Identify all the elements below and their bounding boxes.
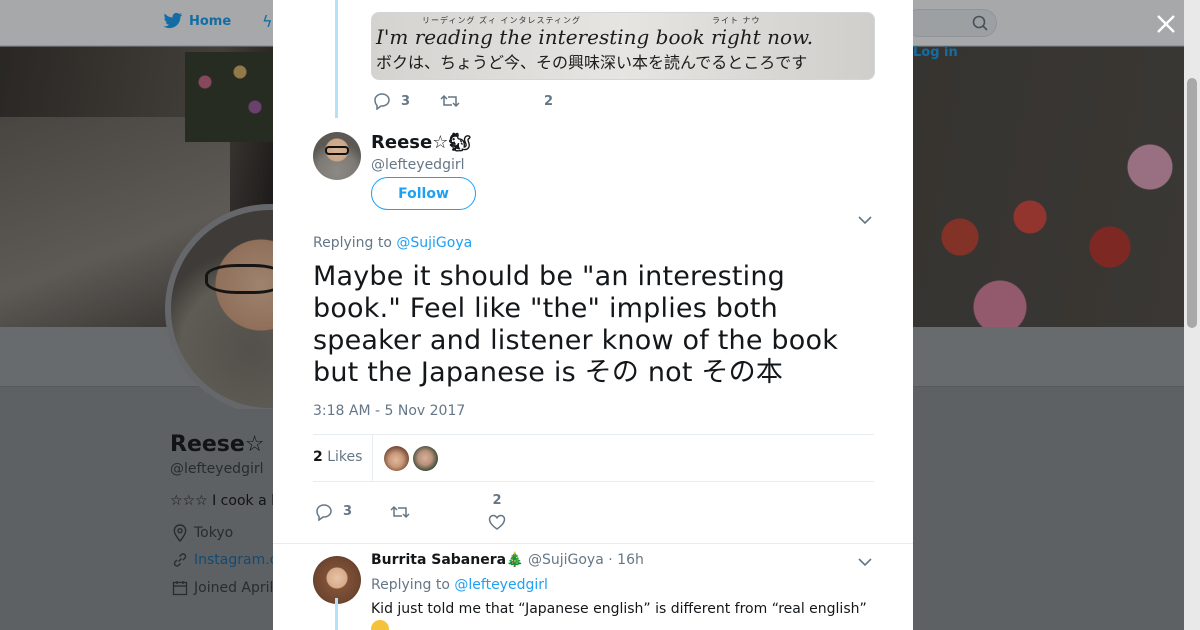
likes-count: 2 [313, 449, 323, 465]
reply-text: Kid just told me that “Japanese english”… [371, 601, 867, 617]
tweet-stats: 2 Likes [313, 434, 874, 482]
reply-button[interactable]: 3 [315, 503, 352, 521]
parent-reply-button[interactable]: 3 [373, 92, 410, 110]
reply-divider [273, 543, 913, 544]
reply-author-avatar[interactable] [313, 556, 361, 604]
liker-avatar[interactable] [413, 446, 438, 471]
reply-header: Burrita Sabanera🎄 @SujiGoya · 16h [371, 552, 644, 568]
author-avatar[interactable] [313, 132, 361, 180]
chevron-down-icon[interactable] [858, 557, 872, 567]
reply-count: 3 [343, 504, 353, 519]
likes-stat[interactable]: 2 Likes [313, 449, 362, 465]
follow-button[interactable]: Follow [371, 177, 476, 210]
retweet-button[interactable] [390, 504, 410, 520]
emoji-icon [371, 620, 389, 630]
replying-prefix: Replying to [313, 235, 392, 251]
tweet-timestamp[interactable]: 3:18 AM - 5 Nov 2017 [313, 403, 465, 419]
reply-replying-handle-link[interactable]: @lefteyedgirl [454, 577, 548, 593]
thread-connector [335, 0, 338, 118]
liker-avatar[interactable] [384, 446, 409, 471]
reply-author-name[interactable]: Burrita Sabanera🎄 [371, 552, 524, 568]
tweet-text: Maybe it should be "an interesting book.… [313, 261, 839, 388]
like-count: 2 [492, 493, 502, 508]
author-handle[interactable]: @lefteyedgirl [371, 157, 465, 173]
reply-time[interactable]: 16h [617, 552, 644, 568]
retweet-icon [390, 505, 410, 518]
avatar-glasses [325, 146, 349, 155]
reply-dot: · [608, 552, 613, 568]
author-name[interactable]: Reese☆🐿 [371, 132, 471, 153]
thread-connector [335, 598, 338, 630]
chevron-down-icon[interactable] [858, 215, 872, 225]
heart-icon [488, 514, 506, 530]
media-english-text: I'm reading the interesting book right n… [376, 25, 814, 49]
reply-replying-prefix: Replying to [371, 577, 450, 593]
scrollbar-thumb[interactable] [1187, 78, 1197, 328]
reply-icon [316, 503, 332, 521]
retweet-icon [440, 94, 460, 108]
parent-like-count: 2 [544, 93, 554, 109]
parent-reply-count: 3 [401, 93, 411, 109]
media-japanese-text: ボクは、ちょうど今、その興味深い本を読んでるところです [376, 53, 808, 72]
parent-retweet-button[interactable] [440, 93, 460, 109]
parent-like-button[interactable]: 2 [544, 94, 553, 109]
reply-author-handle[interactable]: @SujiGoya [528, 552, 604, 568]
likes-label: Likes [327, 449, 363, 465]
tweet-modal: リーディング ズィ インタレスティング ライト ナウ I'm reading t… [273, 0, 913, 630]
parent-tweet-actions: 3 2 [373, 92, 553, 110]
reply-icon [374, 93, 390, 110]
tweet-actions: 3 2 [315, 493, 506, 530]
replying-to: Replying to @SujiGoya [313, 235, 472, 251]
replying-handle-link[interactable]: @SujiGoya [396, 235, 472, 251]
reply-replying-to: Replying to @lefteyedgirl [371, 577, 548, 593]
stats-divider [372, 435, 373, 482]
like-button[interactable]: 2 [488, 493, 506, 530]
scrollbar[interactable] [1184, 0, 1200, 630]
close-icon[interactable] [1155, 13, 1177, 35]
parent-tweet-image[interactable]: リーディング ズィ インタレスティング ライト ナウ I'm reading t… [371, 12, 875, 80]
